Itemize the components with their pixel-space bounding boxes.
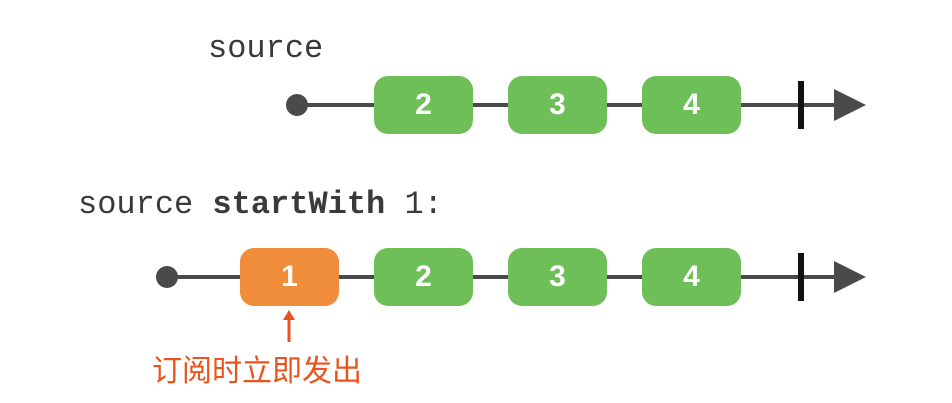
- marble-3: 3: [508, 76, 607, 134]
- label-prefix: source: [78, 186, 213, 223]
- operator-name: startWith: [212, 186, 386, 223]
- marble-2: 2: [374, 76, 473, 134]
- startwith-label: source startWith 1:: [78, 186, 443, 223]
- startwith-timeline: 1 2 3 4: [0, 237, 952, 317]
- marble-1: 1: [240, 248, 339, 306]
- marble-4: 4: [642, 248, 741, 306]
- arrow-head-icon: [834, 89, 866, 121]
- completion-bar: [798, 81, 804, 129]
- marble-3: 3: [508, 248, 607, 306]
- annotation-note: 订阅时立即发出: [152, 354, 362, 389]
- up-arrow-icon: [283, 310, 295, 342]
- completion-bar: [798, 253, 804, 301]
- marble-4: 4: [642, 76, 741, 134]
- arrow-head-icon: [834, 261, 866, 293]
- subscribe-dot: [286, 94, 308, 116]
- subscribe-dot: [156, 266, 178, 288]
- label-suffix: 1:: [385, 186, 443, 223]
- marble-2: 2: [374, 248, 473, 306]
- source-label: source: [208, 30, 324, 67]
- source-timeline: 2 3 4: [0, 65, 952, 145]
